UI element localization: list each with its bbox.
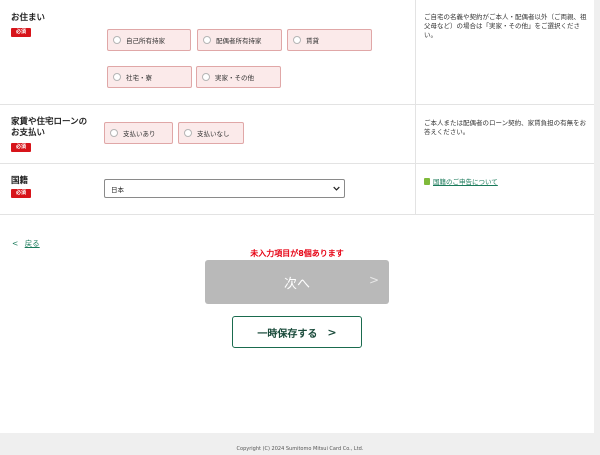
option-label: 実家・その他 [215, 74, 254, 82]
payment-option-no[interactable]: 支払いなし [178, 122, 244, 144]
row-divider [0, 214, 594, 215]
chevron-right-icon: > [368, 273, 379, 287]
housing-option-spouse-home[interactable]: 配偶者所有持家 [197, 29, 282, 51]
required-badge: 必須 [11, 28, 31, 37]
save-button-label: 一時保存する [257, 328, 318, 340]
housing-option-family-other[interactable]: 実家・その他 [196, 66, 281, 88]
radio-icon [113, 73, 121, 81]
row-divider [0, 104, 594, 105]
error-message: 未入力項目が8個あります [250, 249, 344, 258]
chevron-down-icon [333, 186, 340, 191]
document-icon [424, 177, 430, 185]
radio-icon [184, 129, 192, 137]
radio-icon [110, 129, 118, 137]
housing-note: ご自宅の名義や契約がご本人・配偶者以外（ご両親、祖父母など）の場合は「実家・その… [424, 13, 587, 39]
option-label: 配偶者所有持家 [216, 37, 262, 45]
nationality-link-text: 国籍のご申告について [433, 178, 498, 186]
nationality-info-link[interactable]: 国籍のご申告について [424, 176, 498, 186]
save-draft-button[interactable]: 一時保存する > [232, 316, 362, 348]
radio-icon [202, 73, 210, 81]
radio-icon [203, 36, 211, 44]
housing-option-rent[interactable]: 賃貸 [287, 29, 372, 51]
option-label: 支払いなし [197, 130, 230, 138]
radio-icon [293, 36, 301, 44]
option-label: 支払いあり [123, 130, 156, 138]
required-badge: 必須 [11, 189, 31, 198]
row-divider [0, 163, 594, 164]
next-button[interactable]: 次へ > [205, 260, 389, 304]
housing-option-company-housing[interactable]: 社宅・寮 [107, 66, 192, 88]
housing-option-own-home[interactable]: 自己所有持家 [107, 29, 191, 51]
copyright: Copyright (C) 2024 Sumitomo Mitsui Card … [236, 446, 364, 452]
chevron-left-icon: < [12, 239, 19, 248]
housing-label: お住まい [11, 13, 46, 23]
payment-option-yes[interactable]: 支払いあり [104, 122, 173, 144]
payment-label: 家賃や住宅ローンの お支払い [11, 117, 87, 139]
next-button-label: 次へ [283, 276, 310, 292]
nationality-select[interactable]: 日本 [104, 179, 345, 198]
required-badge: 必須 [11, 143, 31, 152]
chevron-right-icon: > [327, 325, 337, 339]
option-label: 自己所有持家 [126, 37, 165, 45]
back-link-text: 戻る [24, 239, 40, 248]
form-card: お住まい 必須 自己所有持家 配偶者所有持家 賃貸 社宅・寮 実家・その他 ご自… [0, 0, 594, 433]
radio-icon [113, 36, 121, 44]
payment-label-line2: お支払い [11, 128, 46, 138]
option-label: 社宅・寮 [126, 74, 152, 82]
payment-note: ご本人または配偶者のローン契約、家賃負担の有無をお答えください。 [424, 119, 587, 136]
nationality-label: 国籍 [11, 176, 29, 186]
nationality-selected-value: 日本 [111, 185, 124, 194]
payment-label-line1: 家賃や住宅ローンの [11, 117, 88, 127]
option-label: 賃貸 [306, 37, 319, 45]
column-divider [415, 0, 416, 215]
